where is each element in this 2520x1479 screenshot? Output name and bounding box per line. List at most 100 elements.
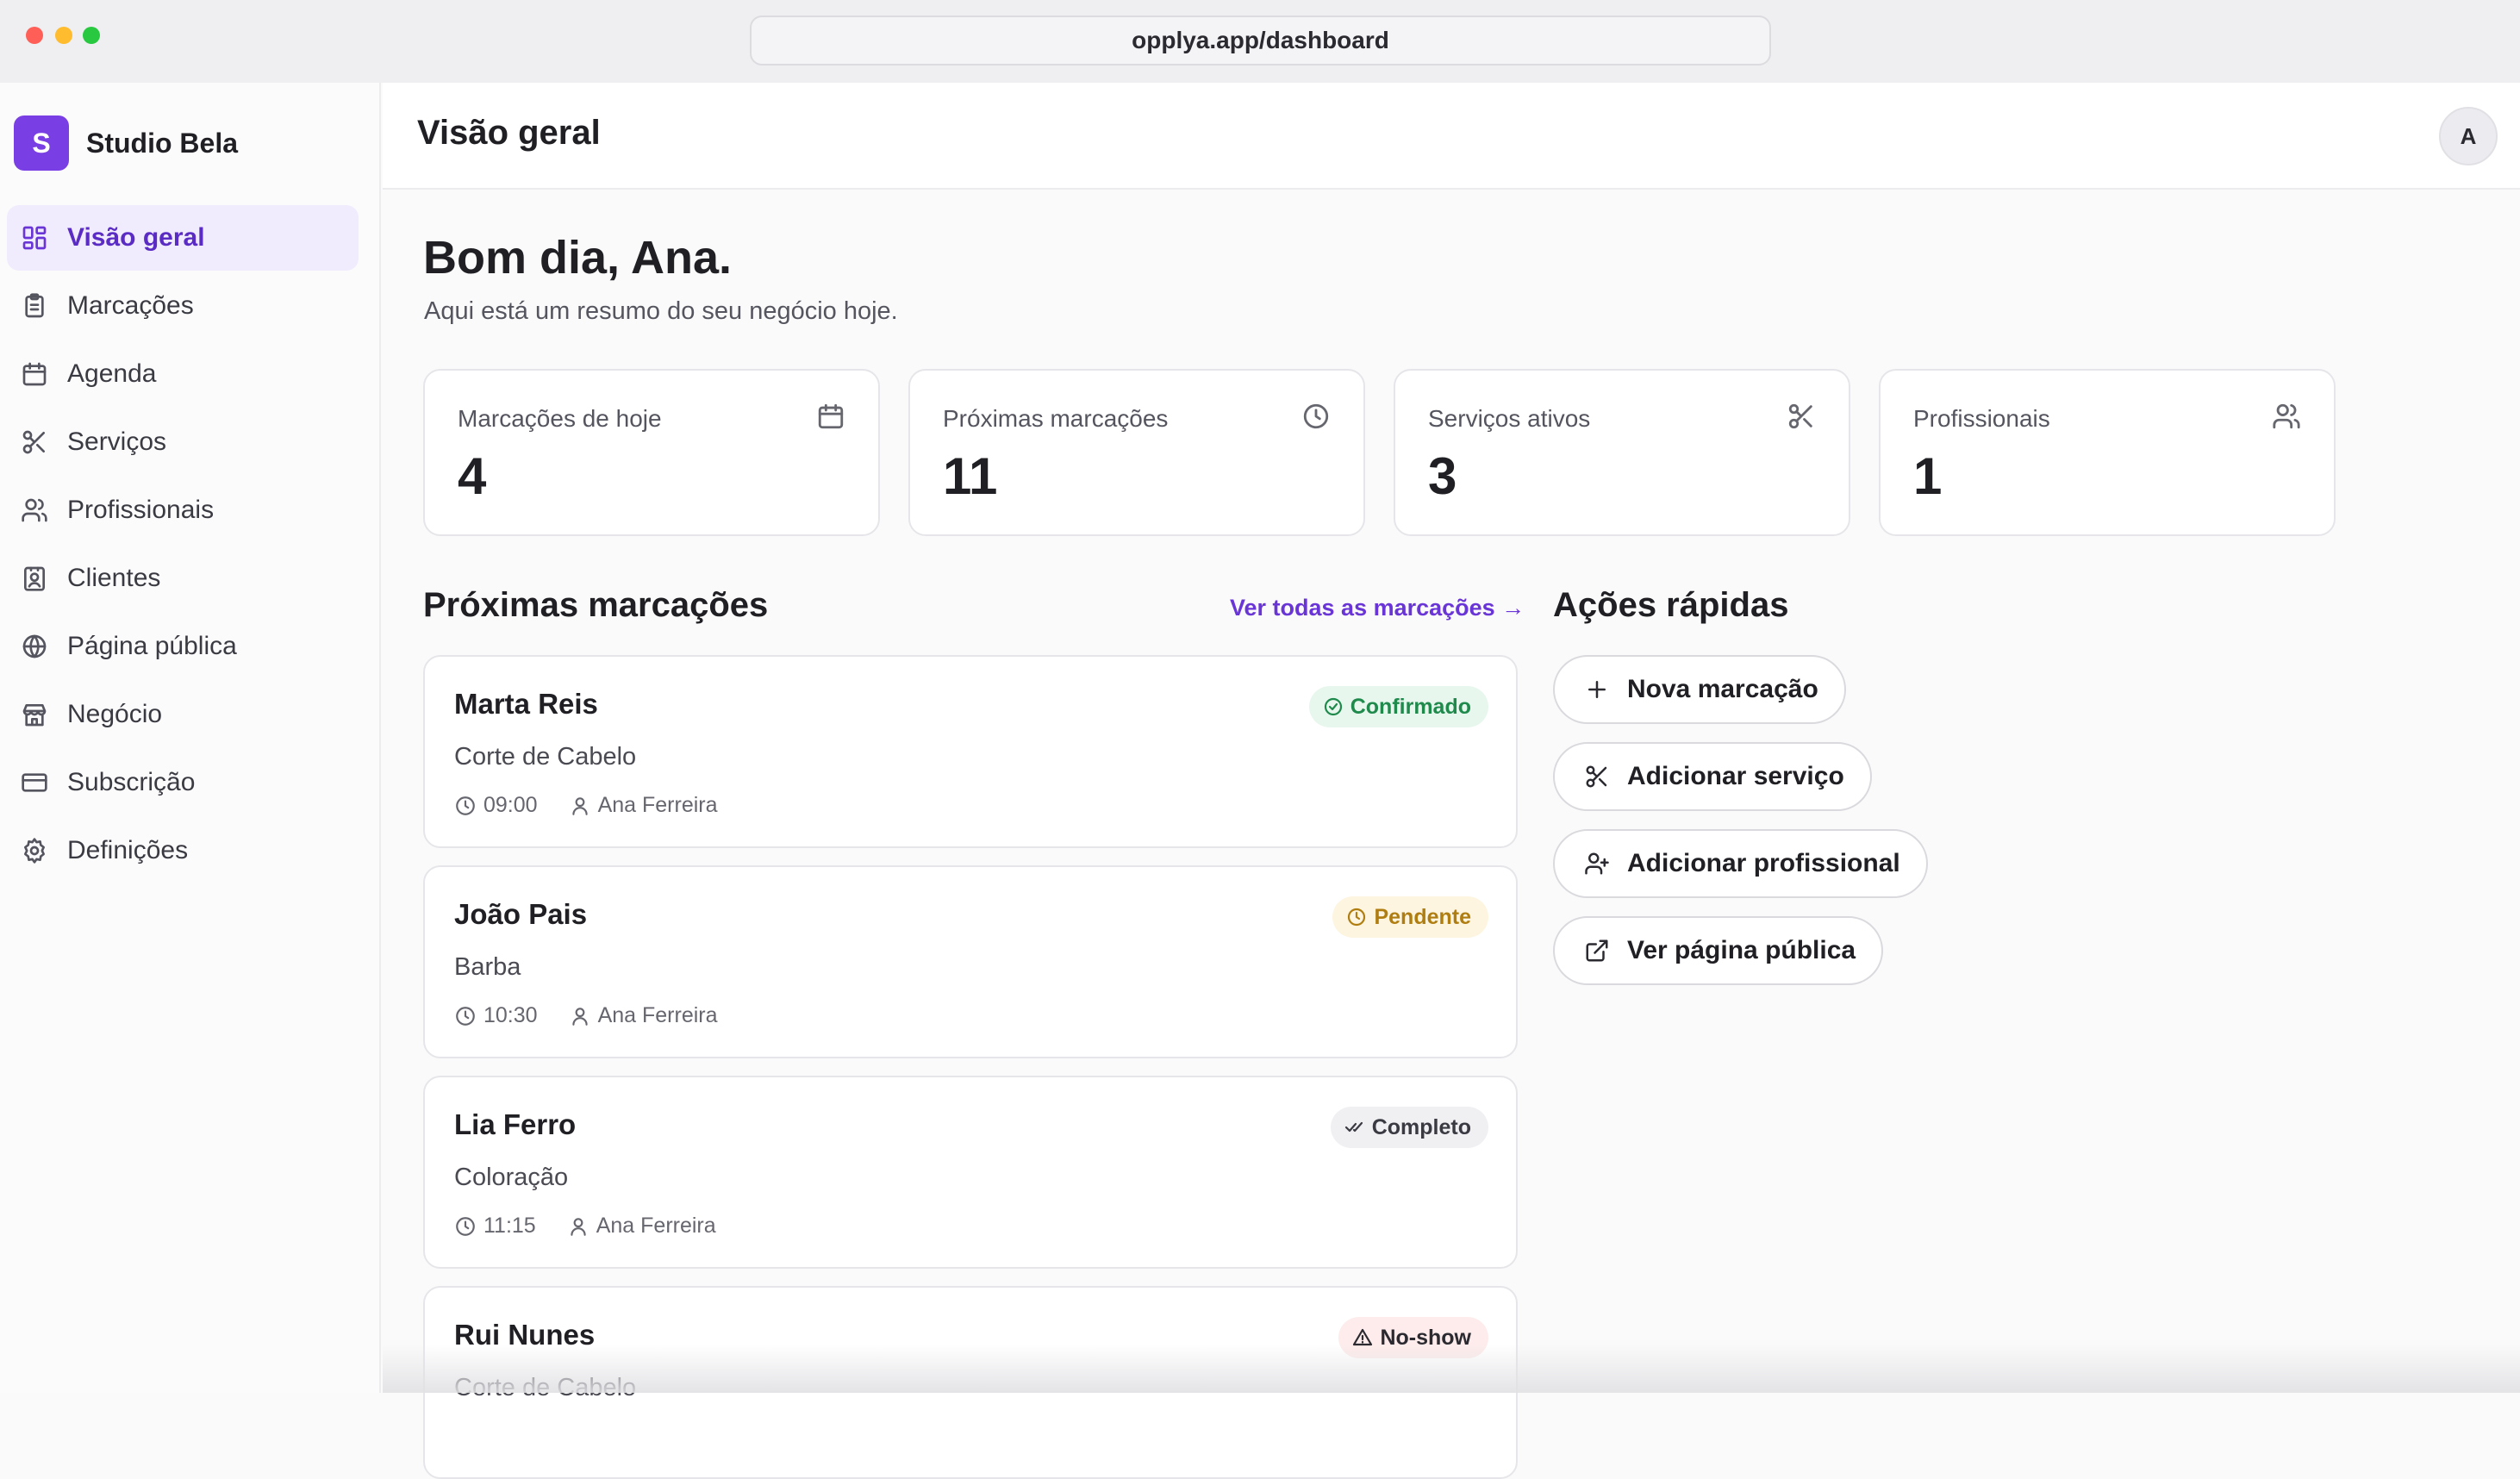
sidebar-item-pagina-publica[interactable]: Página pública (7, 614, 359, 679)
sidebar-item-definicoes[interactable]: Definições (7, 818, 359, 883)
sidebar: S Studio Bela Visão geral Marcações Agen… (0, 83, 381, 1393)
user-icon (571, 1007, 588, 1026)
sidebar-item-negocio[interactable]: Negócio (7, 682, 359, 747)
sidebar-item-profissionais[interactable]: Profissionais (7, 477, 359, 543)
add-service-button[interactable]: Adicionar serviço (1553, 742, 1872, 811)
users-icon (22, 498, 47, 522)
external-link-icon (1586, 939, 1608, 962)
sidebar-item-label: Subscrição (67, 768, 196, 796)
appointment-time: 09:00 (483, 793, 538, 817)
stat-value: 3 (1428, 447, 1457, 505)
client-name: João Pais (454, 898, 588, 930)
appointment-staff: Ana Ferreira (597, 793, 718, 817)
sidebar-item-label: Profissionais (67, 496, 215, 524)
brand[interactable]: S Studio Bela (14, 115, 238, 171)
clock-icon (456, 1216, 475, 1236)
appointment-card[interactable]: João Pais Pendente Barba 10:30 Ana Ferre… (423, 865, 1518, 1058)
user-plus-icon (1585, 852, 1609, 875)
grid-icon (22, 226, 47, 250)
client-name: Marta Reis (454, 688, 598, 720)
plus-icon (1588, 681, 1606, 698)
sidebar-item-label: Agenda (67, 359, 157, 388)
brand-logo: S (14, 115, 69, 171)
double-check-icon (1344, 1121, 1363, 1133)
clock-icon (1301, 402, 1331, 431)
status-label: Pendente (1374, 904, 1471, 929)
sidebar-item-subscricao[interactable]: Subscrição (7, 750, 359, 815)
service-name: Barba (454, 953, 521, 981)
calendar-icon (22, 362, 47, 386)
user-icon (571, 1217, 586, 1236)
sidebar-item-label: Serviços (67, 427, 167, 456)
appointment-meta: 09:00 Ana Ferreira (454, 793, 718, 818)
service-name: Corte de Cabelo (454, 743, 637, 771)
sidebar-item-marcacoes[interactable]: Marcações (7, 273, 359, 339)
stat-card-services: Serviços ativos 3 (1394, 369, 1850, 536)
scissors-icon (22, 430, 45, 454)
quick-actions-title: Ações rápidas (1553, 586, 1789, 624)
greeting-title: Bom dia, Ana. (423, 232, 733, 284)
stat-card-today: Marcações de hoje 4 (423, 369, 880, 536)
globe-icon (22, 634, 47, 658)
stat-value: 11 (943, 447, 998, 505)
sidebar-item-agenda[interactable]: Agenda (7, 341, 359, 407)
minimize-window-button[interactable] (55, 27, 72, 44)
status-badge: Pendente (1332, 896, 1488, 938)
sidebar-item-label: Clientes (67, 564, 161, 592)
sidebar-item-label: Definições (67, 836, 189, 864)
scissors-icon (1787, 402, 1816, 431)
check-circle-icon (1324, 697, 1342, 716)
button-label: Adicionar profissional (1627, 849, 1900, 877)
sidebar-item-clientes[interactable]: Clientes (7, 546, 359, 611)
sidebar-item-label: Visão geral (67, 223, 205, 252)
appointment-time: 11:15 (483, 1214, 536, 1238)
scissors-icon (1586, 765, 1607, 788)
store-icon (22, 704, 47, 727)
close-window-button[interactable] (26, 27, 43, 44)
maximize-window-button[interactable] (83, 27, 100, 44)
status-label: Completo (1371, 1114, 1471, 1139)
status-label: Confirmado (1350, 694, 1471, 719)
sidebar-item-label: Marcações (67, 291, 194, 320)
add-professional-button[interactable]: Adicionar profissional (1553, 829, 1928, 898)
top-bar: Visão geral A (383, 83, 2520, 190)
browser-chrome: opplya.app/dashboard (0, 0, 2520, 83)
avatar[interactable]: A (2439, 107, 2498, 165)
stat-value: 1 (1913, 447, 1943, 505)
button-label: Adicionar serviço (1627, 762, 1844, 790)
calendar-icon (816, 402, 845, 431)
stat-label: Marcações de hoje (458, 405, 662, 432)
status-badge: Confirmado (1308, 686, 1488, 727)
address-bar[interactable]: opplya.app/dashboard (750, 16, 1771, 66)
clock-icon (456, 796, 475, 815)
credit-card-icon (22, 773, 47, 792)
appointment-staff: Ana Ferreira (596, 1214, 716, 1238)
gear-icon (24, 838, 45, 864)
brand-name: Studio Bela (86, 127, 239, 159)
user-icon (571, 796, 588, 815)
button-label: Ver página pública (1627, 936, 1856, 964)
appointment-card[interactable]: Marta Reis Confirmado Corte de Cabelo 09… (423, 655, 1518, 848)
see-all-appointments-link[interactable]: Ver todas as marcações → (1230, 595, 1525, 621)
sidebar-item-servicos[interactable]: Serviços (7, 409, 359, 475)
scroll-fade (383, 1345, 2520, 1393)
button-label: Nova marcação (1627, 675, 1818, 703)
greeting-subtitle: Aqui está um resumo do seu negócio hoje. (424, 297, 898, 325)
clock-icon (1348, 908, 1366, 927)
sidebar-nav: Visão geral Marcações Agenda Serviços Pr… (0, 205, 381, 886)
clipboard-icon (25, 293, 44, 318)
users-icon (2272, 402, 2301, 431)
service-name: Coloração (454, 1164, 569, 1191)
sidebar-item-label: Negócio (67, 700, 163, 728)
stat-value: 4 (458, 447, 487, 505)
stat-card-professionals: Profissionais 1 (1879, 369, 2336, 536)
appointment-card[interactable]: Lia Ferro Completo Coloração 11:15 Ana F… (423, 1076, 1518, 1269)
view-public-page-button[interactable]: Ver página pública (1553, 916, 1884, 985)
sidebar-item-visao-geral[interactable]: Visão geral (7, 205, 359, 271)
client-name: Lia Ferro (454, 1108, 577, 1140)
sidebar-item-label: Página pública (67, 632, 237, 660)
new-appointment-button[interactable]: Nova marcação (1553, 655, 1846, 724)
status-badge: Completo (1330, 1107, 1488, 1148)
appointment-time: 10:30 (483, 1003, 538, 1027)
stat-label: Profissionais (1913, 405, 2050, 432)
